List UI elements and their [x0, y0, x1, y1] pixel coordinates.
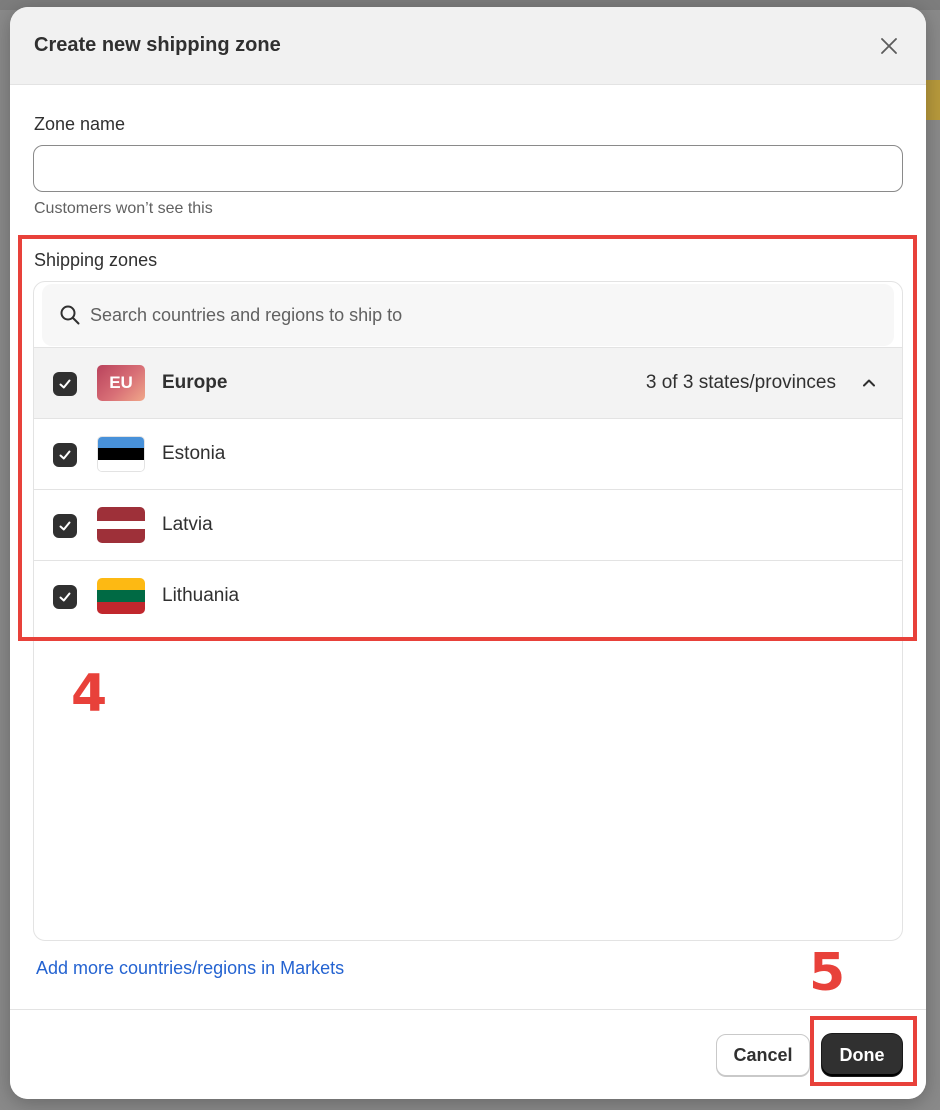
close-button[interactable]: [874, 31, 904, 61]
cancel-button[interactable]: Cancel: [716, 1034, 810, 1076]
annotation-number-5: 5: [809, 943, 846, 1003]
modal-title: Create new shipping zone: [34, 34, 281, 56]
modal-header: Create new shipping zone: [10, 7, 926, 85]
add-countries-link[interactable]: Add more countries/regions in Markets: [36, 958, 344, 979]
zone-name-input[interactable]: [33, 145, 903, 192]
annotation-box-done: [810, 1016, 917, 1086]
zone-name-label: Zone name: [34, 114, 126, 134]
close-icon: [881, 38, 897, 54]
zone-name-help-text: Customers won’t see this: [34, 200, 213, 217]
annotation-number-4: 4: [71, 664, 108, 724]
modal-footer: Cancel Done: [10, 1009, 926, 1099]
backdrop-accent: [924, 80, 940, 120]
annotation-box-shipping-zones: [18, 235, 917, 641]
